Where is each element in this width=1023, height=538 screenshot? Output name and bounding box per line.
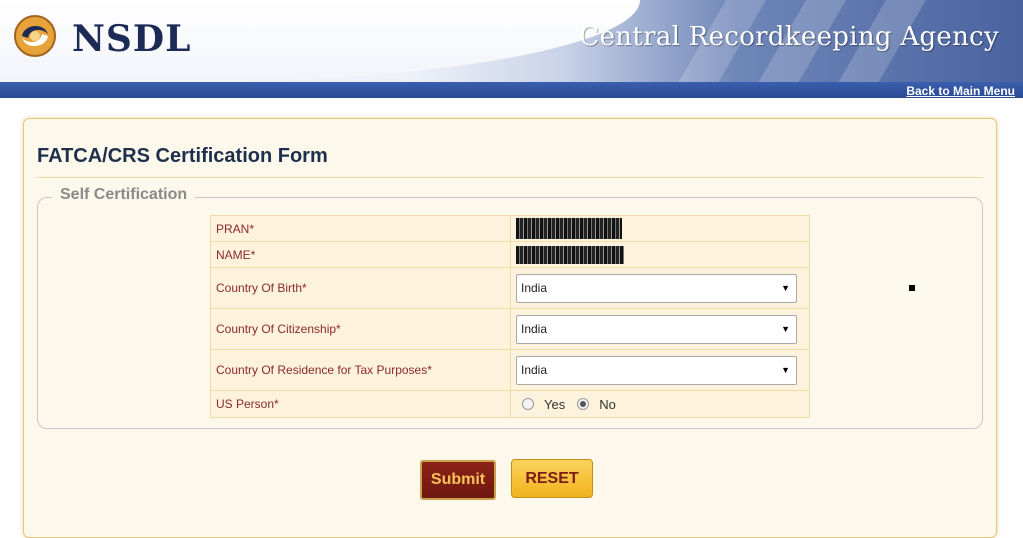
table-row: Country Of Citizenship* India ▼	[210, 308, 810, 350]
form-card: FATCA/CRS Certification Form Self Certif…	[23, 118, 997, 538]
table-row: Country Of Birth* India ▼	[210, 267, 810, 309]
chevron-down-icon: ▼	[781, 282, 790, 293]
us-person-no-radio[interactable]	[577, 398, 590, 410]
table-row: PRAN*	[210, 215, 810, 242]
us-person-yes-label: Yes	[544, 396, 566, 412]
pran-value	[510, 215, 810, 242]
form-title: FATCA/CRS Certification Form	[37, 145, 328, 167]
name-label: NAME*	[210, 241, 511, 268]
back-link-bar: Back to Main Menu	[0, 82, 1023, 98]
marker-dot	[909, 285, 915, 291]
country-birth-label: Country Of Birth*	[210, 267, 511, 309]
self-certification-fieldset: Self Certification PRAN* NAME* Country O…	[37, 186, 983, 429]
name-value	[510, 241, 810, 268]
pran-masked-value	[516, 218, 622, 239]
reset-button[interactable]: RESET	[511, 459, 593, 498]
submit-button[interactable]: Submit	[420, 460, 496, 500]
name-masked-value	[516, 245, 624, 264]
table-row: US Person* Yes No	[210, 390, 810, 418]
country-residence-select[interactable]: India ▼	[516, 355, 797, 385]
us-person-no-label: No	[599, 396, 616, 412]
agency-title: Central Recordkeeping Agency	[579, 22, 999, 52]
us-person-yes-radio[interactable]	[522, 398, 534, 410]
nsdl-logo-icon	[14, 15, 56, 57]
back-to-main-menu-link[interactable]: Back to Main Menu	[906, 84, 1015, 98]
table-row: Country Of Residence for Tax Purposes* I…	[210, 349, 810, 391]
country-residence-label: Country Of Residence for Tax Purposes*	[210, 349, 511, 391]
country-citizenship-select[interactable]: India ▼	[516, 314, 797, 344]
pran-label: PRAN*	[210, 215, 511, 242]
chevron-down-icon: ▼	[781, 364, 790, 375]
title-divider	[37, 177, 983, 178]
country-birth-value: India	[521, 280, 548, 295]
country-citizenship-value: India	[521, 321, 548, 336]
header-banner: NSDL Central Recordkeeping Agency	[0, 0, 1023, 82]
us-person-label: US Person*	[210, 390, 511, 418]
country-citizenship-label: Country Of Citizenship*	[210, 308, 511, 350]
chevron-down-icon: ▼	[781, 323, 790, 334]
country-residence-value: India	[521, 362, 548, 377]
table-row: NAME*	[210, 241, 810, 268]
us-person-radio-group: Yes No	[516, 397, 804, 412]
fieldset-legend: Self Certification	[52, 186, 196, 204]
country-birth-select[interactable]: India ▼	[516, 273, 797, 303]
certification-table: PRAN* NAME* Country Of Birth* India ▼ Co…	[210, 215, 810, 418]
logo-text: NSDL	[72, 18, 192, 60]
